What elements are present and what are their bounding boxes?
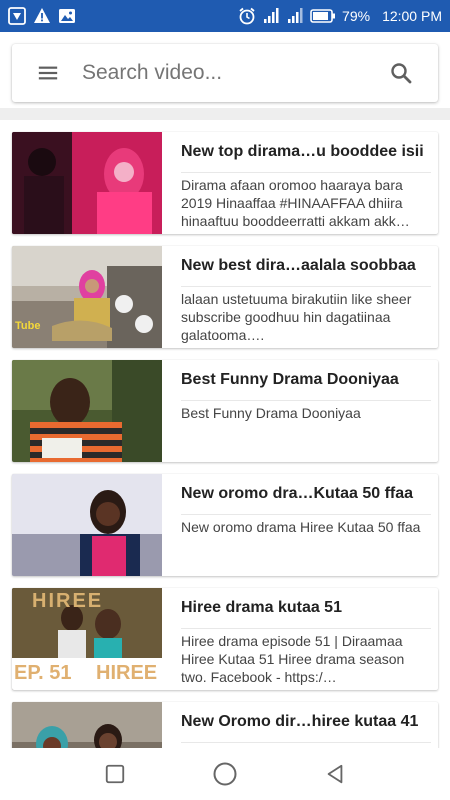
divider (181, 286, 431, 287)
divider (181, 514, 431, 515)
video-description: lalaan ustetuuma birakutiin like sheer s… (181, 291, 412, 343)
video-title: Hiree drama kutaa 51 (181, 599, 342, 616)
divider (181, 172, 431, 173)
divider (181, 400, 431, 401)
signal-4g-icon (262, 7, 280, 25)
status-bar: 79% 12:00 PM (0, 0, 450, 32)
thumbnail-series-text: HIREE (96, 662, 158, 684)
divider (181, 628, 431, 629)
thumbnail-overlay-text: Tube (15, 320, 41, 332)
video-title: New best dira…aalala soobbaa (181, 257, 416, 274)
warning-icon (33, 7, 51, 25)
video-title: Best Funny Drama Dooniyaa (181, 371, 399, 388)
clock: 12:00 PM (382, 8, 442, 24)
divider (181, 742, 431, 743)
back-button[interactable] (320, 759, 350, 789)
alarm-icon (238, 7, 256, 25)
search-icon[interactable] (388, 60, 414, 86)
video-thumbnail[interactable]: Tube (12, 246, 162, 348)
video-title: New Oromo dir…hiree kutaa 41 (181, 713, 419, 730)
signal-icon (286, 7, 304, 25)
video-thumbnail[interactable] (12, 474, 162, 576)
video-card[interactable]: Tube New best dira…aalala soobbaa lalaan… (12, 246, 438, 348)
video-title: New top dirama…u booddee isii (181, 143, 424, 160)
search-input[interactable] (82, 61, 388, 85)
search-bar-container (0, 32, 450, 108)
image-icon (58, 7, 76, 25)
battery-icon (310, 7, 336, 25)
app: New top dirama…u booddee isii Dirama afa… (0, 32, 450, 748)
video-title: New oromo dra…Kutaa 50 ffaa (181, 485, 414, 502)
video-card[interactable]: New oromo dra…Kutaa 50 ffaa New oromo dr… (12, 474, 438, 576)
video-card[interactable]: New top dirama…u booddee isii Dirama afa… (12, 132, 438, 234)
video-description: New oromo drama Hiree Kutaa 50 ffaa (181, 519, 421, 535)
video-thumbnail[interactable]: HIREE EP. 51 HIREE (12, 588, 162, 690)
search-bar (12, 44, 438, 102)
divider (0, 108, 450, 120)
app-notification-icon (8, 7, 26, 25)
video-thumbnail[interactable] (12, 132, 162, 234)
home-button[interactable] (210, 759, 240, 789)
video-card[interactable]: HIREE EP. 51 HIREE Hiree drama kutaa 51 … (12, 588, 438, 690)
video-thumbnail[interactable] (12, 360, 162, 462)
recents-button[interactable] (100, 759, 130, 789)
thumbnail-title-text: HIREE (32, 590, 104, 612)
system-navigation-bar (0, 748, 450, 800)
video-card[interactable]: Best Funny Drama Dooniyaa Best Funny Dra… (12, 360, 438, 462)
video-description: Hiree drama episode 51 | Diraamaa Hiree … (181, 633, 405, 685)
video-description: Dirama afaan oromoo haaraya bara 2019 Hi… (181, 177, 410, 229)
thumbnail-episode-text: EP. 51 (14, 662, 72, 684)
menu-icon[interactable] (36, 61, 60, 85)
video-card[interactable]: New Oromo dir…hiree kutaa 41 (12, 702, 438, 748)
video-list[interactable]: New top dirama…u booddee isii Dirama afa… (0, 120, 450, 748)
video-thumbnail[interactable] (12, 702, 162, 748)
battery-percent: 79% (342, 8, 371, 24)
video-description: Best Funny Drama Dooniyaa (181, 405, 361, 421)
